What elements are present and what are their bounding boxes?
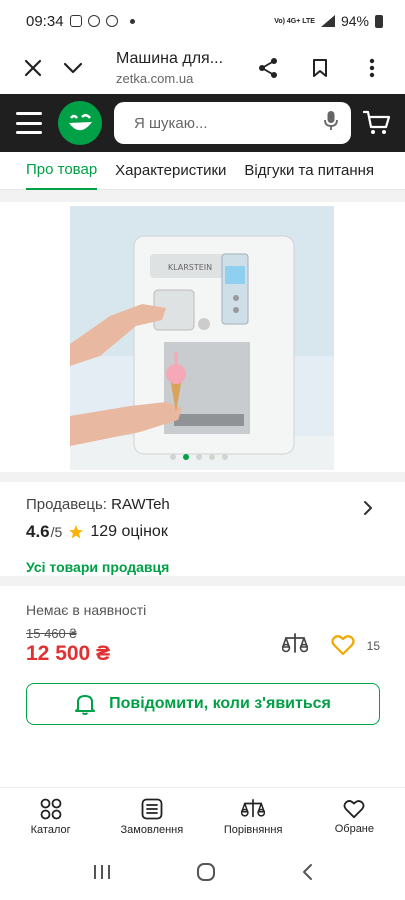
gallery-dot-active[interactable] — [183, 454, 189, 460]
more-options-icon[interactable] — [357, 53, 387, 83]
notify-when-available-button[interactable]: Повідомити, коли з'явиться — [26, 683, 380, 725]
notify-button-label: Повідомити, коли з'явиться — [109, 695, 331, 712]
availability-status: Немає в наявності — [26, 602, 147, 618]
browser-title-block[interactable]: Машина для... zetka.com.ua — [116, 50, 253, 86]
favorites-count: 15 — [366, 639, 380, 653]
gallery-dot[interactable] — [196, 454, 202, 460]
seller-card[interactable]: Продавець: RAWTeh 4.6 /5 129 оцінок Усі … — [0, 482, 405, 586]
seller-all-goods-link[interactable]: Усі товари продавця — [26, 559, 379, 575]
nav-label: Замовлення — [120, 823, 184, 836]
logo-icon[interactable] — [58, 101, 102, 145]
search-input[interactable]: Я шукаю... — [114, 102, 351, 144]
old-price: 15 460 ₴ — [26, 626, 77, 641]
seller-rating: 4.6 /5 129 оцінок — [26, 522, 379, 542]
nav-orders[interactable]: Замовлення — [101, 788, 202, 845]
product-image[interactable]: KLARSTEIN — [70, 206, 334, 470]
nav-compare[interactable]: Порівняння — [203, 788, 304, 845]
brand-label: KLARSTEIN — [168, 263, 212, 272]
gallery-dot[interactable] — [222, 454, 228, 460]
nav-catalog[interactable]: Каталог — [0, 788, 101, 845]
whatsapp-notification-icon — [87, 15, 100, 27]
catalog-icon — [40, 798, 62, 819]
chevron-down-icon[interactable] — [58, 53, 88, 83]
bell-icon — [75, 695, 96, 715]
compare-icon — [241, 798, 266, 817]
gallery-dot[interactable] — [170, 454, 176, 460]
nav-label: Порівняння — [223, 823, 283, 836]
battery-percent: 94% — [340, 13, 369, 29]
status-bar: 09:34 Vo) 4G+ LTE 94% — [0, 0, 405, 42]
system-navigation — [0, 848, 405, 900]
nav-label: Каталог — [30, 823, 71, 836]
heart-icon[interactable] — [331, 634, 355, 661]
gallery-notification-icon — [69, 15, 82, 27]
bottom-navigation: Каталог Замовлення Порівняння Обране — [0, 787, 405, 845]
product-gallery[interactable]: KLARSTEIN — [0, 202, 405, 482]
star-icon — [69, 525, 84, 539]
search-placeholder: Я шукаю... — [134, 114, 208, 132]
signal-icon — [320, 15, 335, 27]
gallery-dot[interactable] — [209, 454, 215, 460]
compare-icon[interactable] — [281, 632, 309, 661]
tab-characteristics[interactable]: Характеристики — [115, 152, 226, 190]
network-type: Vo) 4G+ LTE — [274, 17, 315, 25]
price-block: Немає в наявності 15 460 ₴ 12 500 ₴ 15 П… — [0, 586, 405, 746]
product-tabs: Про товар Характеристики Відгуки та пита… — [0, 152, 405, 190]
nav-label: Обране — [334, 822, 375, 835]
menu-icon[interactable] — [16, 112, 42, 134]
microphone-icon[interactable] — [323, 110, 339, 137]
current-price: 12 500 ₴ — [26, 642, 111, 665]
browser-toolbar: Машина для... zetka.com.ua — [0, 42, 405, 94]
page-url: zetka.com.ua — [116, 71, 194, 86]
orders-icon — [141, 798, 163, 819]
share-icon[interactable] — [253, 53, 283, 83]
tab-about[interactable]: Про товар — [26, 152, 98, 190]
seller-line: Продавець: RAWTeh — [26, 496, 379, 513]
close-icon[interactable] — [18, 53, 48, 83]
seller-name: RAWTeh — [111, 496, 170, 513]
page-title: Машина для... — [116, 50, 224, 67]
battery-icon — [375, 14, 383, 28]
bookmark-icon[interactable] — [305, 53, 335, 83]
cart-icon[interactable] — [361, 107, 393, 139]
divider — [0, 190, 405, 202]
rating-value: 4.6 — [26, 522, 50, 541]
app-header: Я шукаю... — [0, 94, 405, 152]
recent-apps-icon[interactable] — [93, 864, 111, 885]
home-icon[interactable] — [196, 862, 216, 887]
chevron-right-icon[interactable] — [363, 500, 373, 521]
status-time: 09:34 — [26, 12, 64, 30]
reviews-count: 129 оцінок — [90, 523, 168, 540]
rating-max: /5 — [50, 524, 63, 540]
seller-label: Продавець: — [26, 496, 107, 513]
back-icon[interactable] — [301, 863, 313, 886]
heart-icon — [343, 799, 365, 818]
nav-favorites[interactable]: Обране — [304, 788, 405, 845]
chrome-notification-icon — [105, 15, 118, 27]
more-notifications-icon — [129, 18, 135, 24]
gallery-pagination — [170, 454, 228, 460]
tab-reviews[interactable]: Відгуки та питання — [244, 152, 374, 190]
